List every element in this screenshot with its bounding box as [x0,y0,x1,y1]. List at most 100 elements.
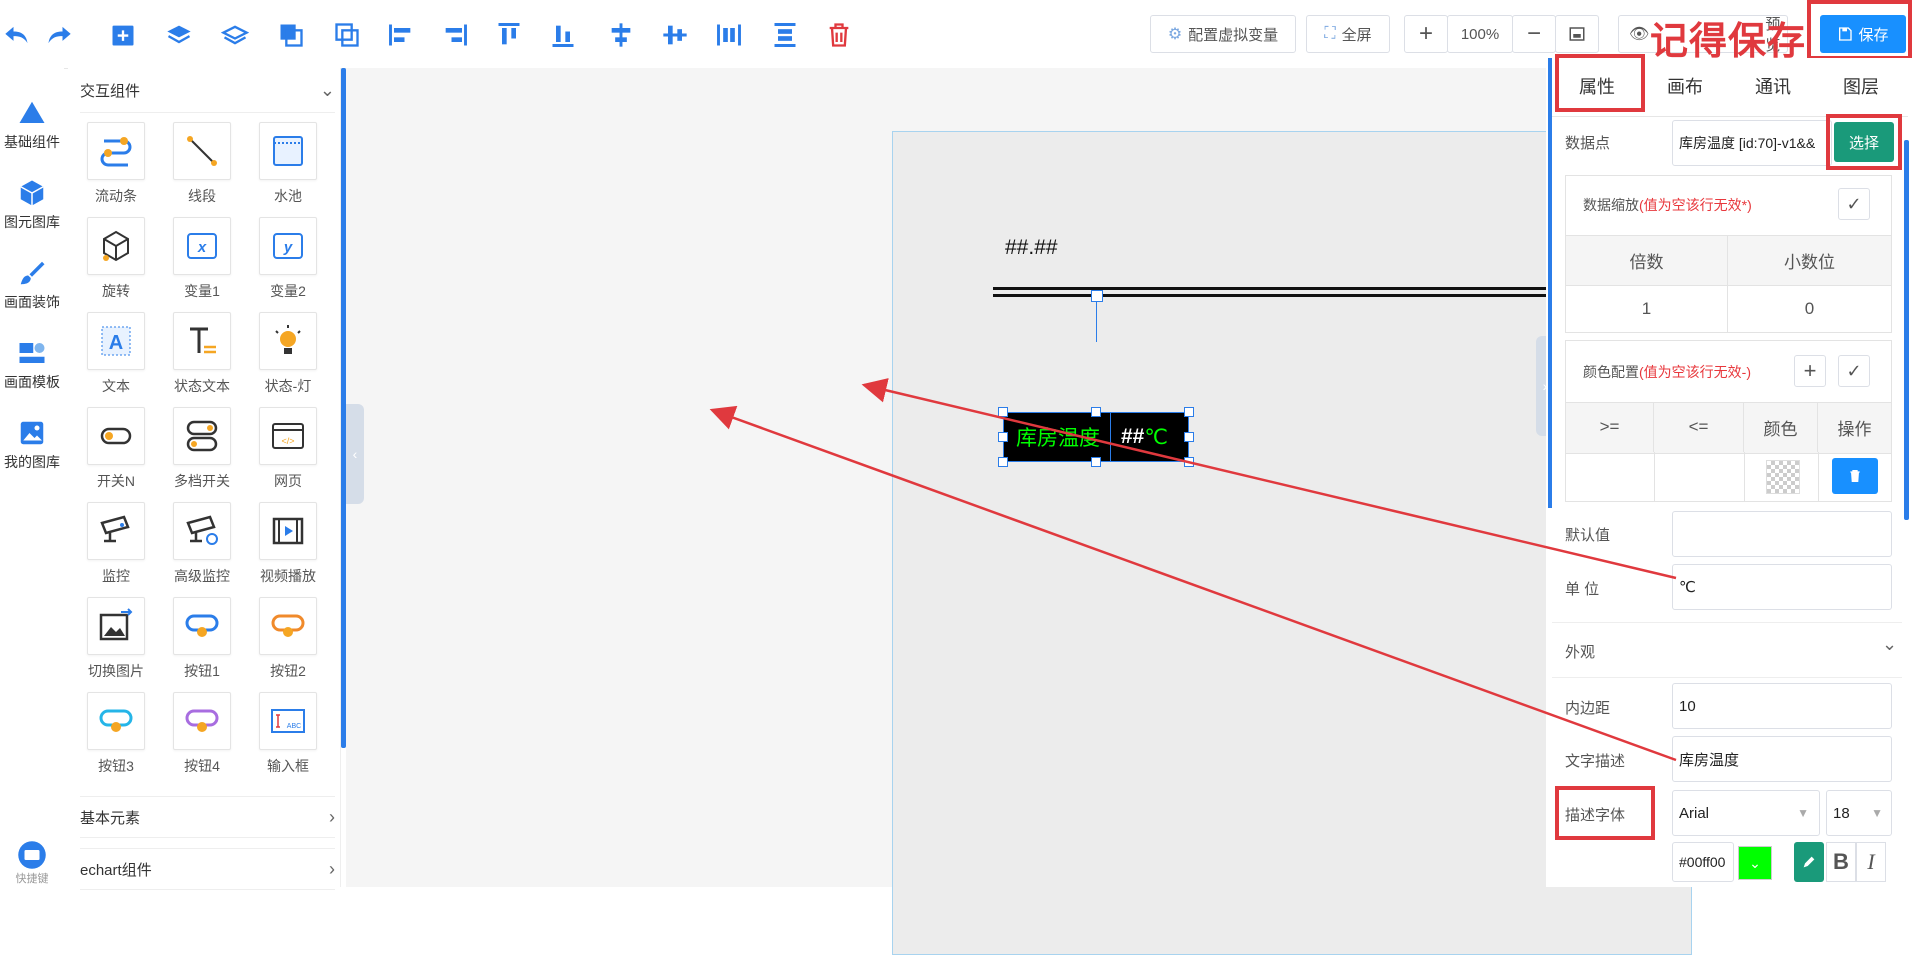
component-item[interactable]: 按钮1 [162,597,242,681]
component-item[interactable]: 切换图片 [76,597,156,681]
scaling-header-multiplier: 倍数 [1566,235,1728,285]
component-item[interactable]: 状态-灯 [248,312,328,396]
font-label-highlight [1555,786,1655,840]
layer-down-icon[interactable] [220,20,250,50]
redo-icon[interactable] [44,20,74,50]
group-icon[interactable] [276,20,306,50]
component-item[interactable]: A 文本 [76,312,156,396]
resize-handle[interactable] [1091,457,1101,467]
resize-handle[interactable] [998,432,1008,442]
nav-shortcuts[interactable]: 快捷键 [0,840,64,886]
add-color-button[interactable]: + [1794,355,1826,387]
line-segment[interactable] [993,287,1627,290]
resize-handle[interactable] [1184,457,1194,467]
component-item[interactable]: 旋转 [76,217,156,301]
component-label: 变量2 [270,283,306,299]
delete-color-button[interactable] [1832,458,1878,494]
appearance-section-header[interactable] [1552,622,1902,678]
bold-button[interactable]: B [1826,842,1856,882]
align-bottom-icon[interactable] [548,20,578,50]
unit-input[interactable]: ℃ [1672,564,1892,610]
text-description-input[interactable]: 库房温度 [1672,736,1892,782]
rotate-handle[interactable] [1091,290,1103,302]
font-size-select[interactable]: 18 ▼ [1826,790,1892,836]
component-item[interactable]: y 变量2 [248,217,328,301]
color-header-color: 颜色 [1744,402,1818,452]
component-item[interactable]: ABC 输入框 [248,692,328,776]
line-segment[interactable] [993,294,1627,297]
tab-communication[interactable]: 通讯 [1733,66,1813,106]
padding-input[interactable]: 10 [1672,683,1892,729]
chevron-right-icon: › [329,858,335,879]
selected-text-widget[interactable]: 库房温度 ## ℃ [1003,412,1189,462]
component-item[interactable]: 线段 [162,122,242,206]
cell-divider [1818,452,1819,502]
color-swatch-transparent[interactable] [1766,460,1800,494]
resize-handle[interactable] [998,457,1008,467]
delete-icon[interactable] [824,20,854,50]
resize-handle[interactable] [1184,407,1194,417]
distribute-v-icon[interactable] [770,20,800,50]
component-item[interactable]: 按钮3 [76,692,156,776]
section-basic-elements[interactable]: 基本元素 › [80,796,335,838]
left-nav: 基础组件 图元图库 画面装饰 画面模板 我的图库 快捷键 [0,68,64,887]
align-center-v-icon[interactable] [660,20,690,50]
multi-switch-icon [173,407,231,465]
component-label: 开关N [96,473,136,489]
edit-button[interactable] [1794,842,1824,882]
font-color-picker[interactable]: ⌄ [1738,846,1772,880]
section-echart-components[interactable]: echart组件 › [80,848,335,890]
bring-front-icon[interactable] [108,20,138,50]
input-box-icon: ABC [259,692,317,750]
fit-screen-button[interactable] [1555,15,1599,53]
datapoint-input[interactable]: 库房温度 [id:70]-v1&& [1672,120,1832,166]
zoom-out-button[interactable]: − [1512,15,1556,53]
component-item[interactable]: 高级监控 [162,502,242,586]
resize-handle[interactable] [998,407,1008,417]
scaling-decimals-value[interactable]: 0 [1728,286,1891,332]
component-item[interactable]: 状态文本 [162,312,242,396]
nav-templates[interactable]: 画面模板 [0,338,64,392]
undo-icon[interactable] [2,20,32,50]
nav-primitive-library[interactable]: 图元图库 [0,178,64,232]
color-confirm-button[interactable]: ✓ [1838,355,1870,387]
resize-handle[interactable] [1091,407,1101,417]
default-value-input[interactable] [1672,511,1892,557]
component-item[interactable]: 水池 [248,122,328,206]
tab-canvas[interactable]: 画布 [1645,66,1725,106]
distribute-h-icon[interactable] [714,20,744,50]
zoom-in-button[interactable]: + [1404,15,1448,53]
component-item[interactable]: </> 网页 [248,407,328,491]
nav-basic-components[interactable]: 基础组件 [0,98,64,152]
component-item[interactable]: 流动条 [76,122,156,206]
scaling-confirm-button[interactable]: ✓ [1838,188,1870,220]
scaling-multiplier-value[interactable]: 1 [1566,286,1728,332]
section-interactive-components[interactable]: 交互组件 ⌄ [80,68,335,113]
placeholder-text[interactable]: ##.## [1005,236,1058,260]
component-item[interactable]: 监控 [76,502,156,586]
font-family-select[interactable]: Arial ▼ [1672,790,1820,836]
nav-my-library[interactable]: 我的图库 [0,418,64,472]
fullscreen-button[interactable]: ⛶ 全屏 [1306,15,1390,53]
align-right-icon[interactable] [440,20,470,50]
component-item[interactable]: 开关N [76,407,156,491]
nav-decoration[interactable]: 画面装饰 [0,258,64,312]
tab-layers[interactable]: 图层 [1821,66,1901,106]
resize-handle[interactable] [1184,432,1194,442]
font-color-input[interactable]: #00ff00 [1672,842,1734,882]
component-item[interactable]: 多档开关 [162,407,242,491]
property-panel-scrollbar[interactable] [1904,140,1909,520]
component-item[interactable]: 按钮2 [248,597,328,681]
align-left-icon[interactable] [386,20,416,50]
component-label: 按钮3 [98,758,134,774]
align-top-icon[interactable] [494,20,524,50]
align-center-h-icon[interactable] [606,20,636,50]
layer-up-icon[interactable] [164,20,194,50]
collapse-left-button[interactable]: ‹ [346,404,364,504]
component-item[interactable]: 视频播放 [248,502,328,586]
ungroup-icon[interactable] [332,20,362,50]
italic-button[interactable]: I [1856,842,1886,882]
component-item[interactable]: 按钮4 [162,692,242,776]
virtual-variable-button[interactable]: ⚙ 配置虚拟变量 [1150,15,1296,53]
component-item[interactable]: x 变量1 [162,217,242,301]
